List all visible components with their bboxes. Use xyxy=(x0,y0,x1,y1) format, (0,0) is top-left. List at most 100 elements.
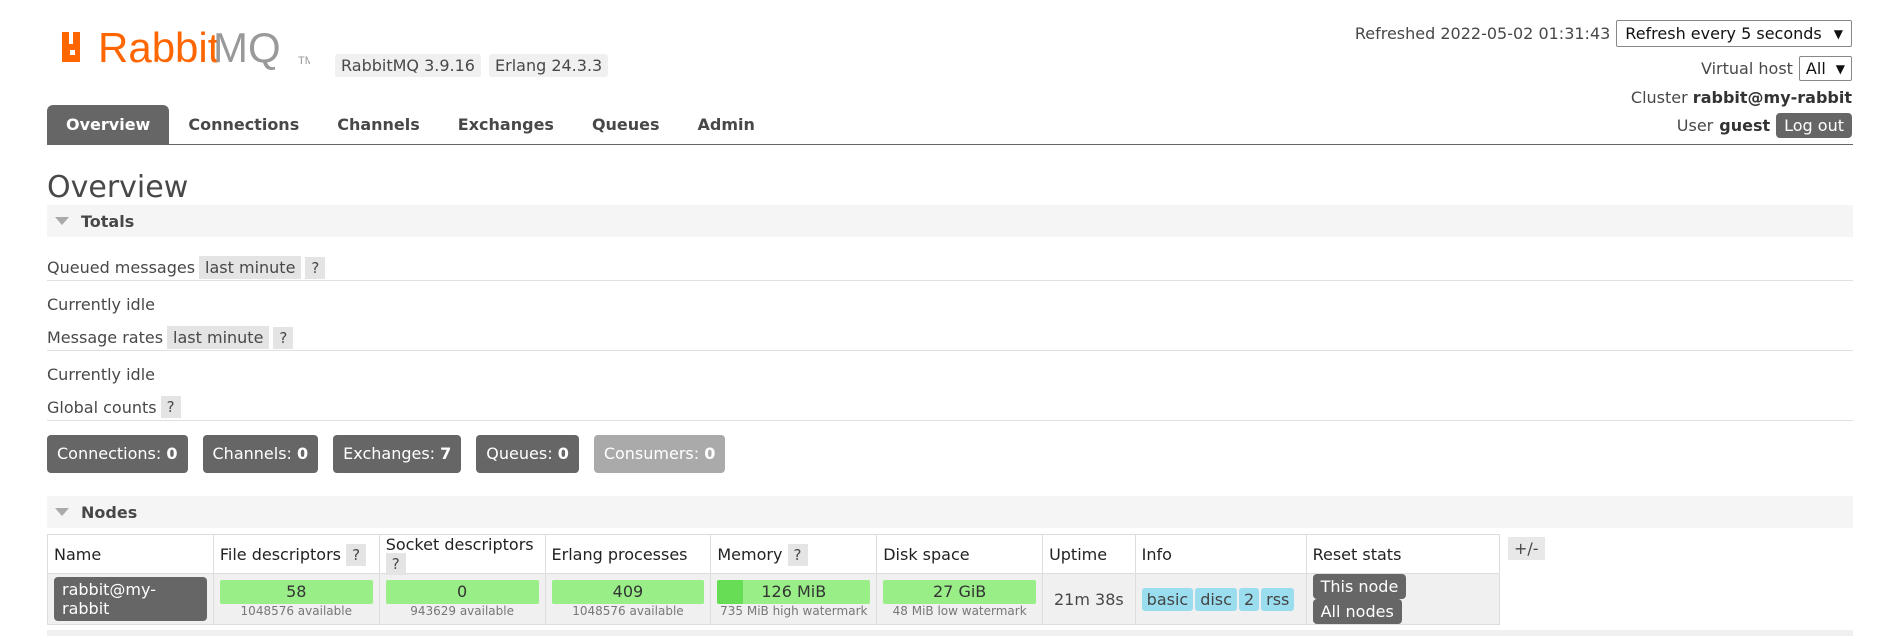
connections-count-label: Connections: xyxy=(57,444,162,463)
logo-text-rabbit: Rabbit xyxy=(98,26,220,71)
queues-count-label: Queues: xyxy=(486,444,553,463)
node-name-cell: rabbit@my-rabbit xyxy=(47,573,214,625)
logo-text-mq: MQ xyxy=(213,26,281,71)
cluster-name: rabbit@my-rabbit xyxy=(1692,88,1852,107)
erlang-processes-cell: 409 1048576 available xyxy=(544,573,712,625)
global-counts: Connections: 0 Channels: 0 Exchanges: 7 … xyxy=(47,435,726,473)
channels-count-value: 0 xyxy=(297,444,309,463)
erlang-version: Erlang 24.3.3 xyxy=(489,54,609,77)
queued-help-button[interactable]: ? xyxy=(305,256,326,279)
reset-stats-cell: This node All nodes xyxy=(1305,573,1501,625)
reset-all-nodes-button[interactable]: All nodes xyxy=(1312,599,1402,624)
socket-descriptors-help-button[interactable]: ? xyxy=(385,553,406,575)
logout-button[interactable]: Log out xyxy=(1776,113,1852,138)
info-badge-disc: disc xyxy=(1195,587,1237,611)
column-header-uptime: Uptime xyxy=(1042,534,1136,574)
info-badge-count: 2 xyxy=(1238,587,1260,611)
divider xyxy=(47,350,1853,351)
tabs-divider xyxy=(47,144,1853,145)
memory-bar: 126 MiB xyxy=(717,579,871,604)
file-descriptors-available: 1048576 available xyxy=(240,603,352,618)
node-name-link[interactable]: rabbit@my-rabbit xyxy=(54,577,207,621)
disk-space-watermark: 48 MiB low watermark xyxy=(892,603,1027,618)
toggle-columns-button[interactable]: +/- xyxy=(1508,537,1545,560)
memory-cell: 126 MiB 735 MiB high watermark xyxy=(710,573,878,625)
column-header-name: Name xyxy=(47,534,214,574)
queued-messages-label: Queued messages xyxy=(47,258,196,277)
disk-space-bar: 27 GiB xyxy=(883,579,1037,604)
logo-text-tm: TM xyxy=(298,55,310,67)
file-descriptors-help-button[interactable]: ? xyxy=(346,543,367,566)
vhost-value: All xyxy=(1805,59,1826,78)
file-descriptors-bar: 58 xyxy=(219,579,373,604)
user-label: User xyxy=(1676,116,1714,135)
user-name: guest xyxy=(1719,116,1771,135)
divider xyxy=(47,420,1853,421)
vhost-row: Virtual host All ▼ xyxy=(1701,56,1852,81)
memory-fill xyxy=(717,579,744,604)
global-counts-help-button[interactable]: ? xyxy=(160,396,181,418)
dropdown-arrow-icon: ▼ xyxy=(1833,26,1843,41)
consumers-count-value: 0 xyxy=(704,444,716,463)
rates-range-selector[interactable]: last minute xyxy=(167,326,270,349)
tab-connections[interactable]: Connections xyxy=(169,105,318,144)
rabbitmq-version: RabbitMQ 3.9.16 xyxy=(335,54,481,77)
tab-channels[interactable]: Channels xyxy=(318,105,439,144)
erlang-processes-available: 1048576 available xyxy=(572,603,684,618)
reset-this-node-button[interactable]: This node xyxy=(1312,574,1407,599)
exchanges-count-label: Exchanges: xyxy=(343,444,436,463)
tab-admin[interactable]: Admin xyxy=(679,105,774,144)
queues-count-button[interactable]: Queues: 0 xyxy=(476,435,579,473)
dropdown-arrow-icon: ▼ xyxy=(1835,61,1845,76)
column-header-disk-space: Disk space xyxy=(876,534,1044,574)
erlang-processes-bar: 409 xyxy=(551,579,705,604)
socket-descriptors-cell: 0 943629 available xyxy=(378,573,546,625)
refresh-interval-value: Refresh every 5 seconds xyxy=(1625,24,1822,43)
refreshed-timestamp: Refreshed 2022-05-02 01:31:43 xyxy=(1354,24,1611,43)
refresh-interval-select[interactable]: Refresh every 5 seconds ▼ xyxy=(1616,20,1852,47)
rabbit-logo-icon: Rabbit MQ TM xyxy=(62,26,310,71)
page-title: Overview xyxy=(47,170,189,205)
table-header-row: Name File descriptors ? Socket descripto… xyxy=(47,534,1501,575)
nodes-table: Name File descriptors ? Socket descripto… xyxy=(47,534,1501,625)
vhost-label: Virtual host xyxy=(1701,59,1793,78)
tab-queues[interactable]: Queues xyxy=(573,105,679,144)
vhost-select[interactable]: All ▼ xyxy=(1798,56,1852,81)
column-header-file-descriptors: File descriptors ? xyxy=(212,534,380,574)
uptime-cell: 21m 38s xyxy=(1042,573,1136,625)
file-descriptors-cell: 58 1048576 available xyxy=(212,573,380,625)
tab-overview[interactable]: Overview xyxy=(47,105,170,144)
rates-help-button[interactable]: ? xyxy=(273,326,294,349)
cluster-info: Cluster rabbit@my-rabbit xyxy=(1631,88,1852,107)
totals-section-header[interactable]: Totals xyxy=(47,205,1853,237)
exchanges-count-button[interactable]: Exchanges: 7 xyxy=(333,435,462,473)
refresh-row: Refreshed 2022-05-02 01:31:43 Refresh ev… xyxy=(1355,20,1852,47)
connections-count-button[interactable]: Connections: 0 xyxy=(47,435,188,473)
channels-count-label: Channels: xyxy=(212,444,292,463)
memory-watermark: 735 MiB high watermark xyxy=(720,603,868,618)
nodes-section-header[interactable]: Nodes xyxy=(47,496,1853,528)
global-counts-row: Global counts ? xyxy=(47,396,181,418)
uptime-value: 21m 38s xyxy=(1053,589,1124,609)
channels-count-button[interactable]: Channels: 0 xyxy=(202,435,319,473)
queues-count-value: 0 xyxy=(557,444,569,463)
divider xyxy=(47,280,1853,281)
memory-help-button[interactable]: ? xyxy=(787,543,808,566)
consumers-count-button[interactable]: Consumers: 0 xyxy=(593,435,726,473)
socket-descriptors-available: 943629 available xyxy=(410,603,514,618)
next-section-edge xyxy=(47,630,1853,636)
column-header-socket-descriptors: Socket descriptors ? xyxy=(378,534,546,575)
info-badge-rss: rss xyxy=(1261,587,1295,611)
socket-descriptors-bar: 0 xyxy=(385,579,539,604)
info-cell: basic disc 2 rss xyxy=(1134,573,1307,625)
user-info: User guest Log out xyxy=(1677,113,1852,138)
tab-exchanges[interactable]: Exchanges xyxy=(439,105,573,144)
disk-space-cell: 27 GiB 48 MiB low watermark xyxy=(876,573,1044,625)
rabbitmq-logo: Rabbit MQ TM xyxy=(60,26,310,76)
message-rates-row: Message rates last minute ? xyxy=(47,326,294,349)
consumers-count-label: Consumers: xyxy=(603,444,700,463)
column-header-reset-stats: Reset stats xyxy=(1305,534,1501,574)
queued-range-selector[interactable]: last minute xyxy=(199,256,302,279)
collapse-triangle-icon xyxy=(55,508,69,516)
rates-status: Currently idle xyxy=(47,365,155,384)
